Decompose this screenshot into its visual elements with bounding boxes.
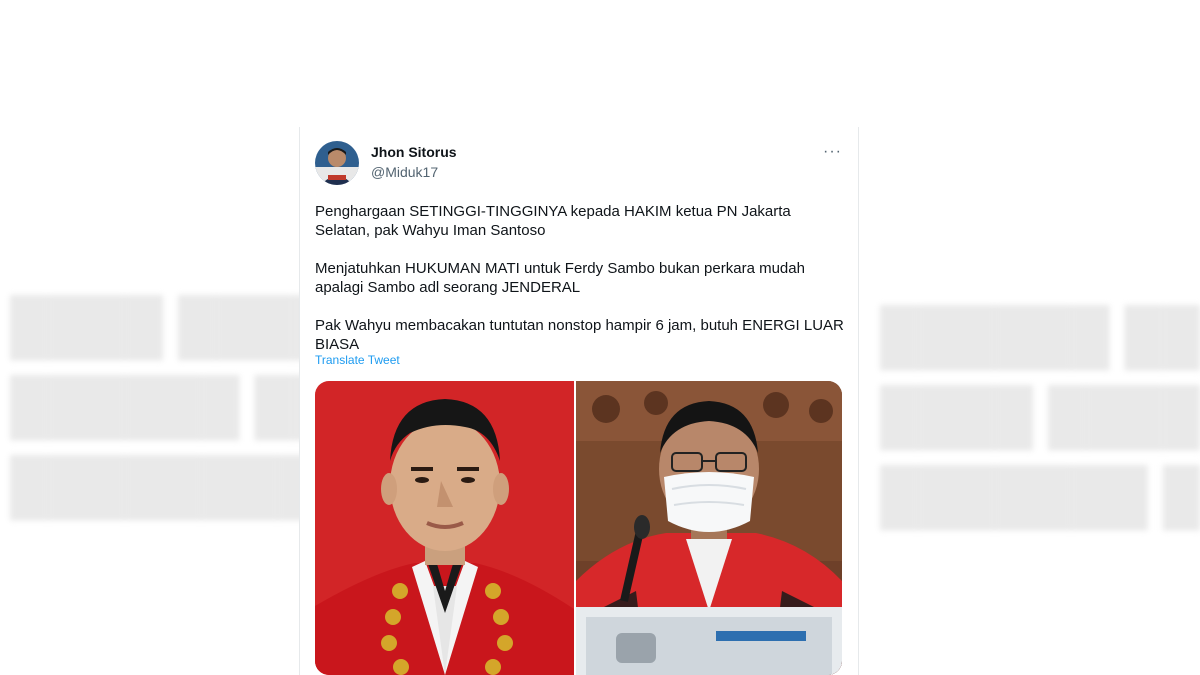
tweet-paragraph: Penghargaan SETINGGI-TINGGINYA kepada HA… [315,203,791,239]
translate-tweet-link[interactable]: Translate Tweet [315,353,400,367]
author-handle[interactable]: @Miduk17 [371,164,438,180]
photo-judge-courtroom[interactable] [576,381,842,675]
tweet-media[interactable] [315,381,842,675]
tweet-paragraph: Pak Wahyu membacakan tuntutan nonstop ha… [315,317,844,353]
more-options-icon[interactable]: ··· [823,143,842,161]
tweet-paragraph: Menjatuhkan HUKUMAN MATI untuk Ferdy Sam… [315,260,805,296]
author-name[interactable]: Jhon Sitorus [371,144,457,160]
tweet-card: Jhon Sitorus @Miduk17 ··· Penghargaan SE… [299,127,859,675]
photo-judge-portrait[interactable] [315,381,574,675]
avatar[interactable] [315,141,359,185]
tweet-text: Penghargaan SETINGGI-TINGGINYA kepada HA… [315,202,845,373]
